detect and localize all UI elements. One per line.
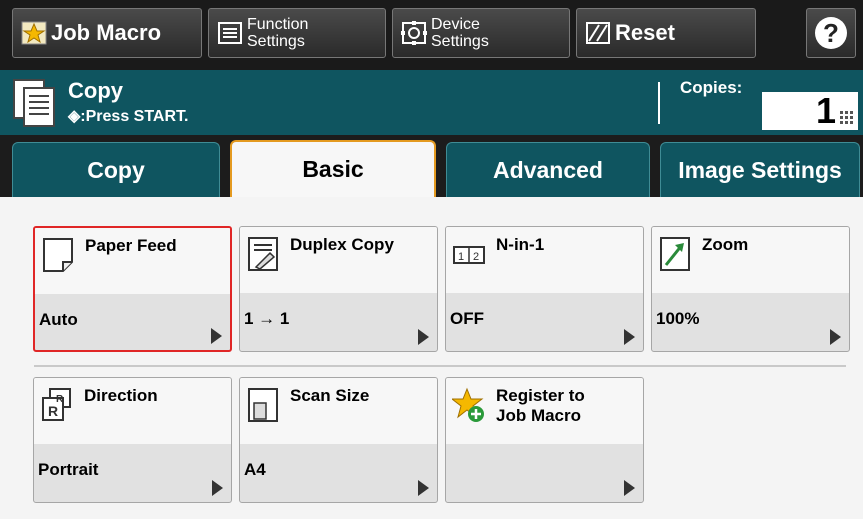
copies-value: 1 (815, 90, 836, 131)
function-settings-line2: Settings (247, 33, 305, 50)
duplex-icon (248, 237, 278, 271)
row-divider (34, 365, 846, 367)
zoom-value: 100% (656, 309, 700, 328)
svg-text:2: 2 (473, 251, 479, 263)
register-job-macro-button[interactable]: Register to Job Macro (445, 377, 644, 503)
copies-field[interactable]: 1 (762, 90, 858, 131)
register-job-macro-label: Register to Job Macro (496, 386, 585, 426)
tab-copy[interactable]: Copy (12, 142, 220, 197)
star-icon (21, 21, 47, 45)
arrow-icon (830, 329, 841, 345)
n-in-1-value: OFF (450, 309, 484, 328)
svg-text:R: R (48, 403, 58, 419)
arrow-icon (418, 329, 429, 345)
register-line2: Job Macro (496, 406, 582, 425)
reset-button[interactable]: Reset (576, 8, 756, 58)
tab-advanced[interactable]: Advanced (446, 142, 650, 197)
arrow-icon (418, 480, 429, 496)
tab-basic[interactable]: Basic (230, 140, 436, 197)
help-glyph: ? (823, 17, 839, 48)
register-line1: Register to (496, 386, 585, 405)
help-button[interactable]: ? (806, 8, 856, 58)
keypad-icon[interactable] (840, 111, 854, 125)
direction-icon: R R (42, 388, 71, 421)
reset-icon (586, 22, 610, 44)
direction-value: Portrait (38, 460, 99, 479)
duplex-copy-button[interactable]: Duplex Copy 1 → 1 (239, 226, 438, 352)
duplex-copy-value: 1 → 1 (244, 309, 290, 328)
paper-feed-label: Paper Feed (85, 236, 177, 255)
star-add-icon (452, 387, 484, 422)
top-toolbar: Job Macro Function Settings Device Setti… (0, 0, 863, 70)
scan-size-value: A4 (244, 460, 266, 479)
zoom-button[interactable]: Zoom 100% (651, 226, 850, 352)
job-macro-button[interactable]: Job Macro (12, 8, 202, 58)
device-settings-button[interactable]: Device Settings (392, 8, 570, 58)
device-settings-line1: Device (431, 16, 480, 33)
function-settings-line1: Function (247, 16, 309, 33)
list-icon (218, 22, 242, 44)
mode-subtitle: ◈:Press START. (68, 108, 189, 125)
status-bar: Copy ◈:Press START. Copies: 1 (0, 70, 863, 135)
tab-image-settings[interactable]: Image Settings (660, 142, 860, 197)
job-macro-label: Job Macro (51, 20, 162, 45)
scan-size-icon (248, 388, 278, 422)
tab-bar: Copy Basic Advanced Image Settings (0, 135, 863, 197)
scan-size-button[interactable]: Scan Size A4 (239, 377, 438, 503)
n-in-1-label: N-in-1 (496, 235, 545, 254)
n-in-1-button[interactable]: 1 2 N-in-1 OFF (445, 226, 644, 352)
mode-title: Copy (68, 78, 123, 103)
arrow-icon (624, 480, 635, 496)
copy-mode-icon (13, 79, 55, 127)
help-icon: ? (815, 17, 847, 49)
direction-label: Direction (84, 386, 158, 405)
zoom-icon (660, 237, 690, 271)
function-settings-button[interactable]: Function Settings (208, 8, 386, 58)
reset-label: Reset (615, 20, 675, 45)
zoom-label: Zoom (702, 235, 749, 254)
status-divider (658, 82, 660, 124)
scan-size-label: Scan Size (290, 386, 370, 405)
paper-feed-value: Auto (39, 310, 78, 329)
svg-text:R: R (56, 394, 64, 405)
duplex-copy-label: Duplex Copy (290, 235, 394, 254)
paper-icon (43, 238, 73, 272)
arrow-icon (624, 329, 635, 345)
paper-feed-button[interactable]: Paper Feed Auto (33, 226, 232, 352)
arrow-icon (212, 480, 223, 496)
device-icon (401, 21, 427, 45)
arrow-icon (211, 328, 222, 344)
copies-label: Copies: (680, 78, 743, 97)
direction-button[interactable]: R R Direction Portrait (33, 377, 232, 503)
svg-text:1: 1 (458, 251, 464, 263)
device-settings-line2: Settings (431, 33, 489, 50)
n-in-1-icon: 1 2 (453, 246, 485, 264)
